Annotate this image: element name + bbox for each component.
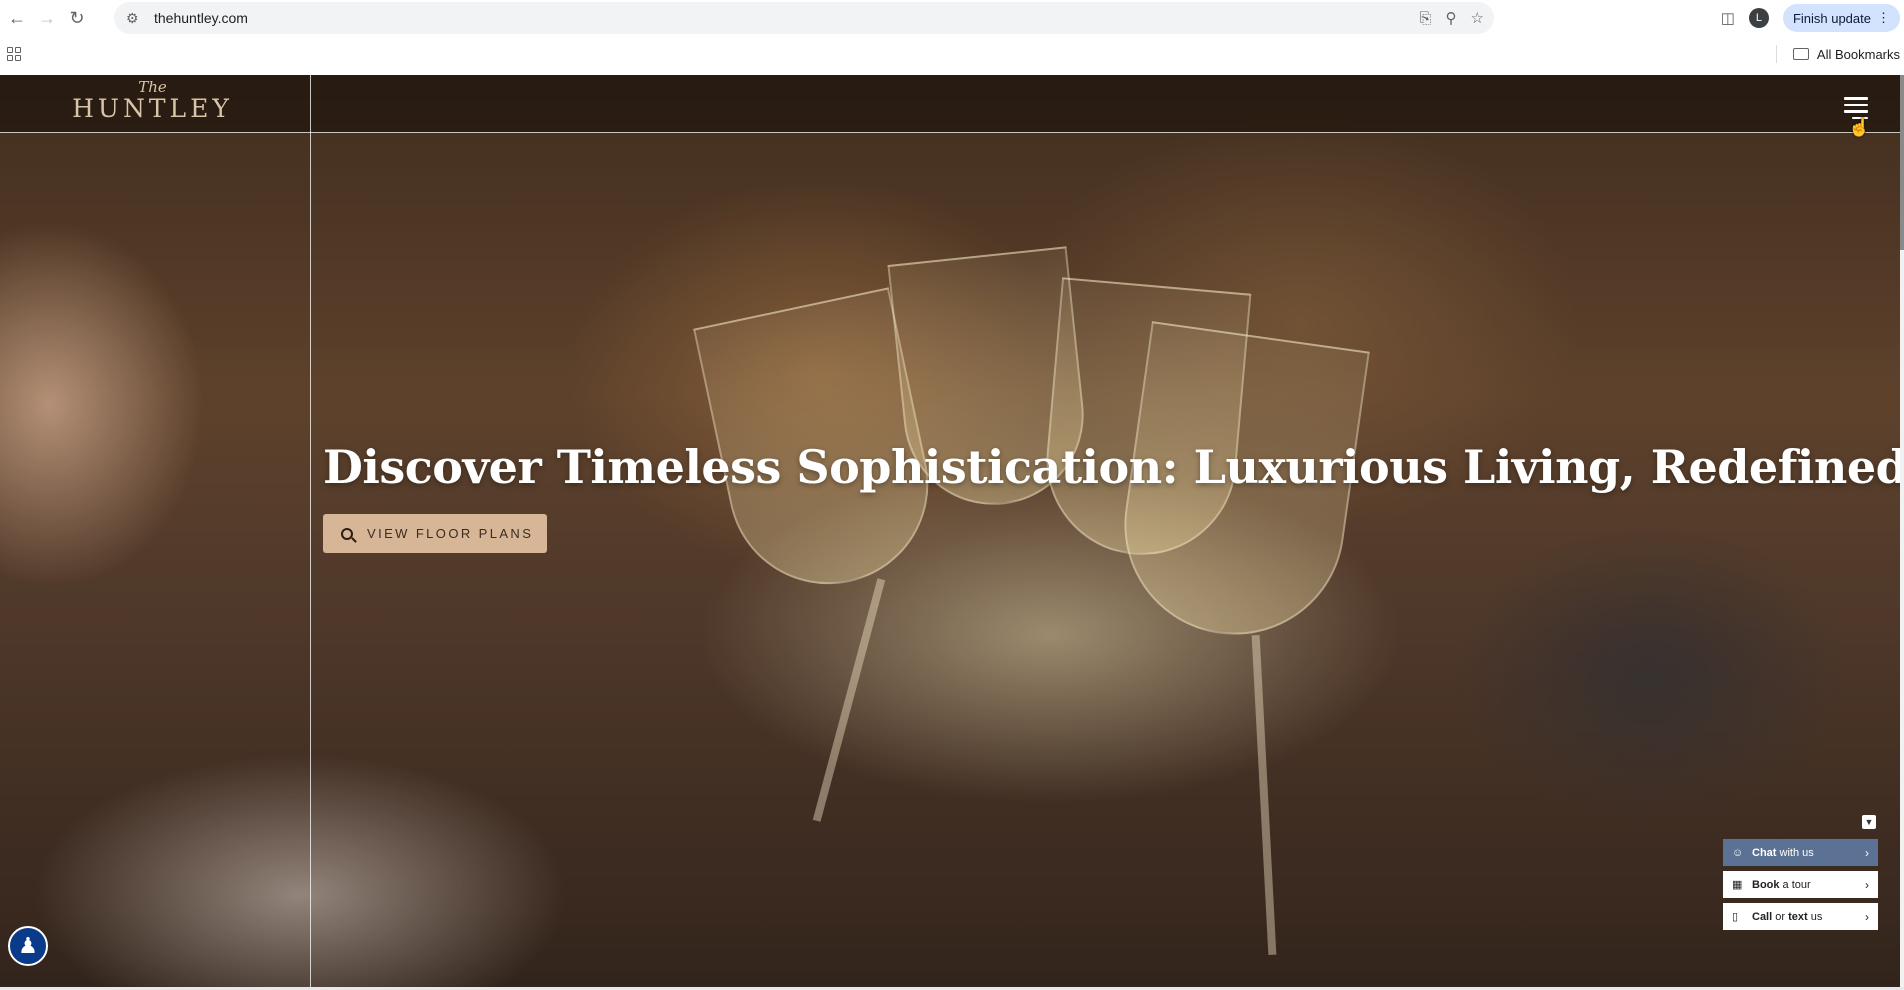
- menu-icon[interactable]: [1844, 97, 1868, 119]
- back-icon[interactable]: ←: [2, 3, 32, 33]
- site-header: [0, 75, 1900, 133]
- call-or-text-button[interactable]: ▯ Call or text us ›: [1723, 903, 1878, 930]
- tour-label: Book a tour: [1752, 878, 1811, 891]
- install-app-icon[interactable]: ⎘: [1420, 10, 1432, 27]
- scrollbar-thumb[interactable]: [1900, 75, 1904, 250]
- hero-section: The HUNTLEY Discover Timeless Sophistica…: [0, 75, 1900, 987]
- chevron-right-icon: ›: [1865, 877, 1869, 892]
- site-info-icon[interactable]: ⚙: [126, 10, 146, 27]
- phone-icon: ▯: [1732, 911, 1739, 923]
- accessibility-icon[interactable]: ♟: [8, 926, 48, 966]
- chat-with-us-button[interactable]: ☺ Chat with us ›: [1723, 839, 1878, 866]
- more-vert-icon: ⋮: [1877, 10, 1890, 25]
- header-divider: [310, 75, 311, 987]
- chevron-right-icon: ›: [1865, 845, 1869, 860]
- finish-update-button[interactable]: Finish update ⋮: [1782, 4, 1900, 32]
- apps-grid-icon[interactable]: [7, 47, 21, 61]
- hero-content: Discover Timeless Sophistication: Luxuri…: [323, 440, 1900, 553]
- finish-update-label: Finish update: [1792, 10, 1871, 26]
- avatar[interactable]: L: [1748, 8, 1769, 28]
- address-bar[interactable]: ⚙ thehuntley.com ⎘ ⚲ ☆: [114, 2, 1494, 34]
- book-a-tour-button[interactable]: ▦ Book a tour ›: [1723, 871, 1878, 898]
- folder-icon[interactable]: [1792, 48, 1809, 60]
- url-text[interactable]: thehuntley.com: [154, 10, 248, 26]
- logo-small-text: The: [138, 78, 167, 96]
- hand-cursor-icon: ☝: [1848, 117, 1871, 137]
- chevron-right-icon: ›: [1865, 909, 1869, 924]
- glass-stem: [1251, 635, 1277, 955]
- logo-main-text: HUNTLEY: [72, 94, 233, 123]
- cta-label: VIEW FLOOR PLANS: [367, 526, 534, 541]
- all-bookmarks-link[interactable]: All Bookmarks: [1817, 47, 1900, 62]
- search-icon: [341, 527, 353, 540]
- collapse-widget-icon[interactable]: ▼: [1862, 815, 1876, 829]
- browser-toolbar: ← → ↻ ⚙ thehuntley.com ⎘ ⚲ ☆ ◫ L Finish …: [0, 0, 1904, 36]
- chat-icon: ☺: [1732, 846, 1744, 859]
- chat-label: Chat with us: [1752, 846, 1814, 859]
- bookmarks-divider: [1775, 45, 1777, 63]
- bookmark-star-icon[interactable]: ☆: [1471, 9, 1484, 27]
- huntley-logo[interactable]: The HUNTLEY: [55, 79, 250, 123]
- zoom-icon[interactable]: ⚲: [1446, 9, 1457, 27]
- reload-icon[interactable]: ↻: [62, 3, 92, 33]
- bookmarks-bar: All Bookmarks: [0, 36, 1904, 72]
- view-floor-plans-button[interactable]: VIEW FLOOR PLANS: [323, 514, 547, 553]
- tab-search-icon[interactable]: ◫: [1721, 9, 1735, 27]
- calendar-icon: ▦: [1732, 879, 1743, 891]
- page-title: Discover Timeless Sophistication: Luxuri…: [323, 440, 1900, 494]
- forward-icon[interactable]: →: [32, 3, 62, 33]
- call-label: Call or text us: [1752, 910, 1823, 923]
- glass-stem: [812, 578, 886, 822]
